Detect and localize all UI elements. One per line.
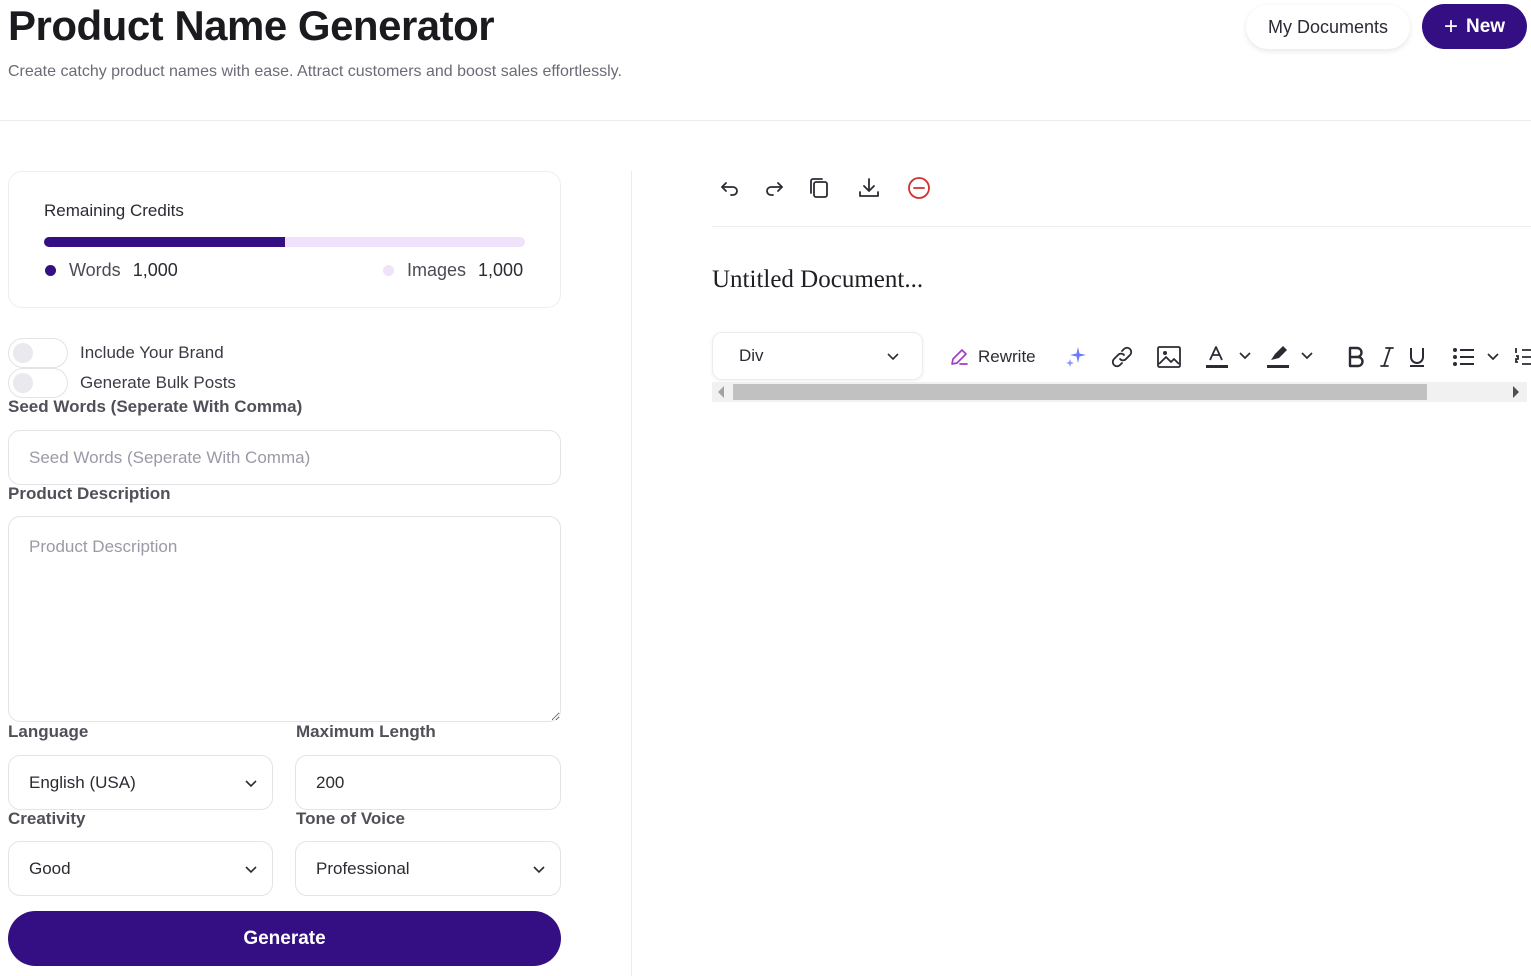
credits-label: Remaining Credits	[44, 201, 184, 220]
creativity-select[interactable]: Good	[8, 841, 273, 896]
toggle-knob	[13, 373, 33, 393]
text-color-icon[interactable]	[1206, 344, 1254, 370]
max-length-label: Maximum Length	[296, 722, 436, 741]
scroll-left-icon[interactable]	[718, 386, 724, 398]
max-length-input[interactable]	[295, 755, 561, 810]
seed-words-input[interactable]	[8, 430, 561, 485]
creativity-label: Creativity	[8, 809, 86, 828]
rewrite-button[interactable]: Rewrite	[948, 344, 1036, 370]
scroll-thumb[interactable]	[733, 384, 1427, 400]
toggle-knob	[13, 343, 33, 363]
words-label: Words	[69, 260, 121, 280]
ai-sparkle-icon[interactable]	[1064, 344, 1088, 370]
undo-icon[interactable]	[717, 175, 743, 201]
bold-icon[interactable]	[1347, 344, 1365, 370]
link-icon[interactable]	[1110, 344, 1134, 370]
remaining-credits-card: Remaining Credits Words 1,000 Images 1,0…	[8, 171, 561, 308]
plus-icon: +	[1443, 12, 1458, 40]
redo-icon[interactable]	[761, 175, 787, 201]
language-select[interactable]: English (USA)	[8, 755, 273, 810]
new-document-button[interactable]: + New	[1422, 4, 1527, 49]
chevron-down-icon	[245, 865, 257, 873]
generate-button[interactable]: Generate	[8, 911, 561, 966]
scroll-right-icon[interactable]	[1513, 386, 1519, 398]
words-dot-icon	[45, 265, 56, 276]
rewrite-label: Rewrite	[978, 347, 1036, 366]
header-divider	[0, 120, 1531, 121]
copy-icon[interactable]	[806, 175, 832, 201]
words-legend: Words 1,000	[45, 260, 178, 281]
highlight-color-icon[interactable]	[1267, 344, 1315, 370]
language-value: English (USA)	[29, 772, 136, 792]
chevron-down-icon	[245, 779, 257, 787]
panel-divider	[631, 171, 632, 976]
new-button-label: New	[1465, 15, 1506, 37]
include-brand-toggle[interactable]	[8, 338, 68, 368]
credits-progress-bar	[44, 237, 525, 247]
tone-label: Tone of Voice	[296, 809, 405, 828]
language-label: Language	[8, 722, 89, 741]
tone-value: Professional	[316, 858, 410, 878]
chevron-down-icon	[533, 865, 545, 873]
bullet-list-icon[interactable]	[1452, 344, 1500, 370]
pencil-icon	[951, 349, 968, 365]
images-legend: Images 1,000	[383, 260, 523, 281]
bulk-posts-toggle[interactable]	[8, 368, 68, 398]
my-documents-button[interactable]: My Documents	[1246, 5, 1410, 49]
images-label: Images	[407, 260, 467, 280]
editor-toolbar-divider	[712, 226, 1531, 227]
chevron-down-icon	[887, 353, 899, 361]
words-progress-fill	[44, 237, 285, 247]
bulk-posts-label: Generate Bulk Posts	[80, 373, 236, 392]
block-format-value: Div	[739, 346, 764, 365]
download-icon[interactable]	[856, 175, 882, 201]
block-format-select[interactable]: Div	[712, 332, 923, 380]
image-icon[interactable]	[1156, 344, 1182, 370]
page-title: Product Name Generator	[8, 2, 495, 49]
include-brand-label: Include Your Brand	[80, 343, 224, 362]
words-value: 1,000	[132, 260, 178, 280]
images-dot-icon	[383, 265, 394, 276]
format-toolbar: Div Rewrite	[712, 332, 1531, 382]
include-brand-row: Include Your Brand	[8, 338, 224, 368]
numbered-list-icon[interactable]	[1514, 344, 1531, 370]
tone-select[interactable]: Professional	[295, 841, 561, 896]
clear-icon[interactable]	[906, 175, 932, 201]
product-description-textarea[interactable]	[8, 516, 561, 722]
product-description-label: Product Description	[8, 484, 171, 503]
document-title[interactable]: Untitled Document...	[712, 266, 923, 294]
page-subtitle: Create catchy product names with ease. A…	[8, 63, 622, 80]
bulk-posts-row: Generate Bulk Posts	[8, 368, 236, 398]
creativity-value: Good	[29, 858, 71, 878]
images-value: 1,000	[478, 260, 524, 280]
underline-icon[interactable]	[1408, 344, 1426, 370]
seed-words-label: Seed Words (Seperate With Comma)	[8, 397, 303, 416]
format-toolbar-scrollbar[interactable]	[712, 382, 1527, 402]
italic-icon[interactable]	[1379, 344, 1395, 370]
